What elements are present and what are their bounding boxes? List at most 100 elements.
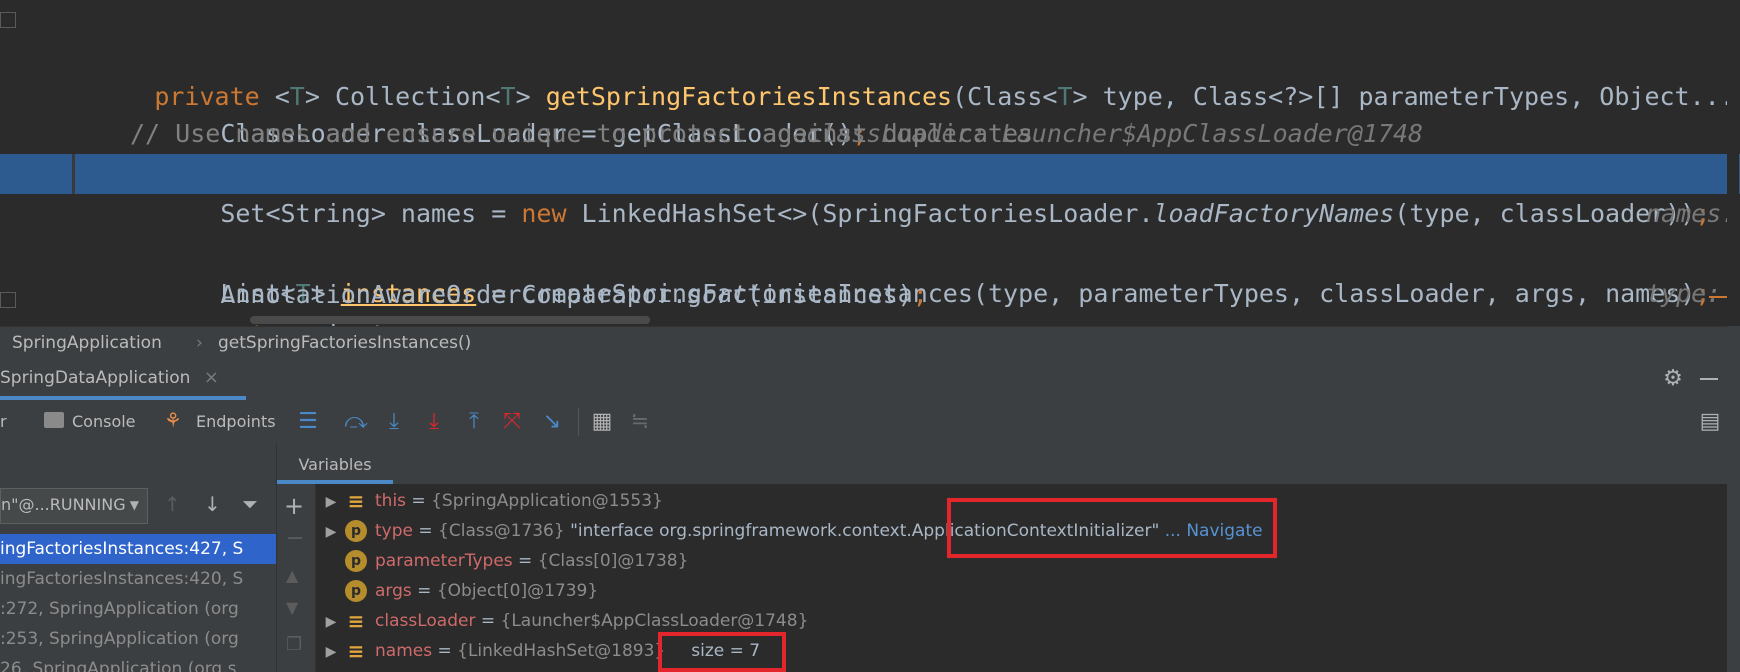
breadcrumb: SpringApplication › getSpringFactoriesIn… xyxy=(0,326,1740,359)
variable-row[interactable]: p args = {Object[0]@1739} xyxy=(317,576,598,606)
tab-console[interactable]: Console xyxy=(72,412,136,431)
variable-name: args xyxy=(375,581,412,601)
variable-value: {SpringApplication@1553} xyxy=(431,491,663,511)
equals-sign: = xyxy=(475,611,501,631)
chevron-down-icon: ▼ xyxy=(129,498,139,512)
add-watch-icon[interactable]: + xyxy=(284,492,304,520)
arrow-up-icon[interactable]: ↑ xyxy=(164,492,181,516)
equals-sign: = xyxy=(512,551,538,571)
run-tab-label: SpringDataApplication xyxy=(0,368,191,388)
tab-debugger-partial[interactable]: r xyxy=(0,412,7,431)
variable-row[interactable]: ▶ ≡ this = {SpringApplication@1553} xyxy=(317,486,663,516)
expand-icon[interactable]: ▶ xyxy=(317,487,345,517)
breadcrumb-method[interactable]: getSpringFactoriesInstances() xyxy=(218,327,471,359)
step-over-icon[interactable]: ⤼ xyxy=(342,408,370,436)
layout-icon[interactable]: ▤ xyxy=(1696,408,1724,436)
equals-sign: = xyxy=(406,491,432,511)
close-icon[interactable]: × xyxy=(204,367,219,388)
frame-label: :253, SpringApplication (org xyxy=(0,629,239,649)
frame-label: ingFactoriesInstances:427, S xyxy=(0,539,244,559)
remove-watch-icon[interactable]: − xyxy=(286,526,304,551)
fold-icon[interactable] xyxy=(0,292,16,308)
move-down-icon[interactable]: ▼ xyxy=(286,598,298,617)
annotation-box xyxy=(658,632,786,672)
evaluate-expression-icon[interactable]: ▦ xyxy=(588,408,616,436)
force-step-into-icon[interactable]: ⤓ xyxy=(420,408,448,436)
expand-icon[interactable]: ▶ xyxy=(317,517,345,547)
code-line-7: return instances; xyxy=(0,235,1740,326)
toolbar-divider xyxy=(578,408,579,436)
frame-item[interactable]: 26, SpringApplication (org.s xyxy=(0,654,276,672)
step-out-icon[interactable]: ⤒ xyxy=(460,408,488,436)
code-line-6: AnnotationAwareOrderComparator.sort(inst… xyxy=(0,195,1740,309)
console-icon xyxy=(44,412,64,428)
debug-toolbar: r Console ⚘ Endpoints ☰ ⤼ ⤓ ⤓ ⤒ ⤧ ↘ ▦ ≒ … xyxy=(0,400,1740,445)
frame-label: 26, SpringApplication (org.s xyxy=(0,659,237,672)
variable-name: names xyxy=(375,641,433,661)
parameter-icon: p xyxy=(345,520,367,542)
execution-marker xyxy=(72,154,75,194)
equals-sign: = xyxy=(411,581,437,601)
frame-item[interactable]: :253, SpringApplication (org xyxy=(0,624,276,654)
minimize-icon[interactable] xyxy=(1700,378,1718,380)
breadcrumb-separator-icon: › xyxy=(196,333,203,353)
frames-panel: n"@...RUNNING ▼ ↑ ↓ ⏷ ingFactoriesInstan… xyxy=(0,444,277,672)
threads-menu-icon[interactable]: ☰ xyxy=(294,408,322,436)
field-icon: ≡ xyxy=(347,609,365,633)
debug-tab-bar: SpringDataApplication × ⚙ xyxy=(0,358,1740,401)
endpoints-icon: ⚘ xyxy=(164,408,182,432)
equals-sign: = xyxy=(432,641,458,661)
code-line-current: List<T> instances = createSpringFactorie… xyxy=(0,154,1740,308)
parameter-icon: p xyxy=(345,550,367,572)
copy-icon[interactable]: ❐ xyxy=(286,634,302,655)
variables-panel: Variables + − ▲ ▼ ❐ ▶ ≡ this = {SpringAppl… xyxy=(277,444,1727,672)
frame-item[interactable]: ingFactoriesInstances:420, S xyxy=(0,564,276,594)
variable-name: classLoader xyxy=(375,611,476,631)
frame-label: ingFactoriesInstances:420, S xyxy=(0,569,244,589)
fold-icon[interactable] xyxy=(0,12,16,28)
frame-label: :272, SpringApplication (org xyxy=(0,599,239,619)
code-line-4: Set<String> names = new LinkedHashSet<>(… xyxy=(0,114,1740,228)
step-into-icon[interactable]: ⤓ xyxy=(380,408,408,436)
variable-name: type xyxy=(375,521,413,541)
frame-item[interactable]: ingFactoriesInstances:427, S xyxy=(0,534,276,564)
code-line-2: ClassLoader classLoader = getClassLoader… xyxy=(0,34,1740,148)
tab-variables[interactable]: Variables xyxy=(277,444,393,484)
arrow-down-icon[interactable]: ↓ xyxy=(204,492,221,516)
expand-icon[interactable]: ▶ xyxy=(317,637,345,667)
tab-endpoints[interactable]: Endpoints xyxy=(196,412,276,431)
gear-icon[interactable]: ⚙ xyxy=(1660,366,1686,392)
field-icon: ≡ xyxy=(347,489,365,513)
variable-value: {Object[0]@1739} xyxy=(436,581,599,601)
variables-header: Variables xyxy=(277,444,1727,484)
horizontal-scrollbar[interactable] xyxy=(250,316,650,324)
expand-icon[interactable]: ▶ xyxy=(317,607,345,637)
variables-side-toolbar: + − ▲ ▼ ❐ xyxy=(277,484,316,672)
thread-dropdown[interactable]: n"@...RUNNING ▼ xyxy=(0,488,148,524)
annotation-box xyxy=(947,498,1277,558)
run-to-cursor-icon[interactable]: ↘ xyxy=(538,408,566,436)
right-tool-strip xyxy=(1727,326,1740,672)
parameter-icon: p xyxy=(345,580,367,602)
vertical-scrollbar[interactable] xyxy=(1727,0,1739,326)
variable-value: {Class[0]@1738} xyxy=(537,551,689,571)
variable-name: this xyxy=(375,491,407,511)
filter-icon[interactable]: ⏷ xyxy=(242,492,258,516)
equals-sign: = xyxy=(412,521,439,541)
code-editor[interactable]: private <T> Collection<T> getSpringFacto… xyxy=(0,0,1740,326)
code-line-3: // Use names and ensure unique to protec… xyxy=(0,74,1740,148)
code-line-1: private <T> Collection<T> getSpringFacto… xyxy=(0,0,1740,111)
thread-dropdown-value: n"@...RUNNING xyxy=(1,495,126,514)
drop-frame-icon[interactable]: ⤧ xyxy=(498,408,526,436)
field-icon: ≡ xyxy=(347,639,365,663)
tab-run-config[interactable]: SpringDataApplication × xyxy=(0,358,246,400)
variable-name: parameterTypes xyxy=(375,551,513,571)
variable-value: {Class@1736} xyxy=(438,521,565,541)
breadcrumb-class[interactable]: SpringApplication xyxy=(12,327,162,359)
frame-item[interactable]: :272, SpringApplication (org xyxy=(0,594,276,624)
variable-value: {Launcher$AppClassLoader@1748} xyxy=(500,611,809,631)
trace-icon[interactable]: ≒ xyxy=(626,408,654,436)
variable-row[interactable]: p parameterTypes = {Class[0]@1738} xyxy=(317,546,688,576)
move-up-icon[interactable]: ▲ xyxy=(286,566,298,585)
variable-value: {LinkedHashSet@1893} xyxy=(457,641,666,661)
